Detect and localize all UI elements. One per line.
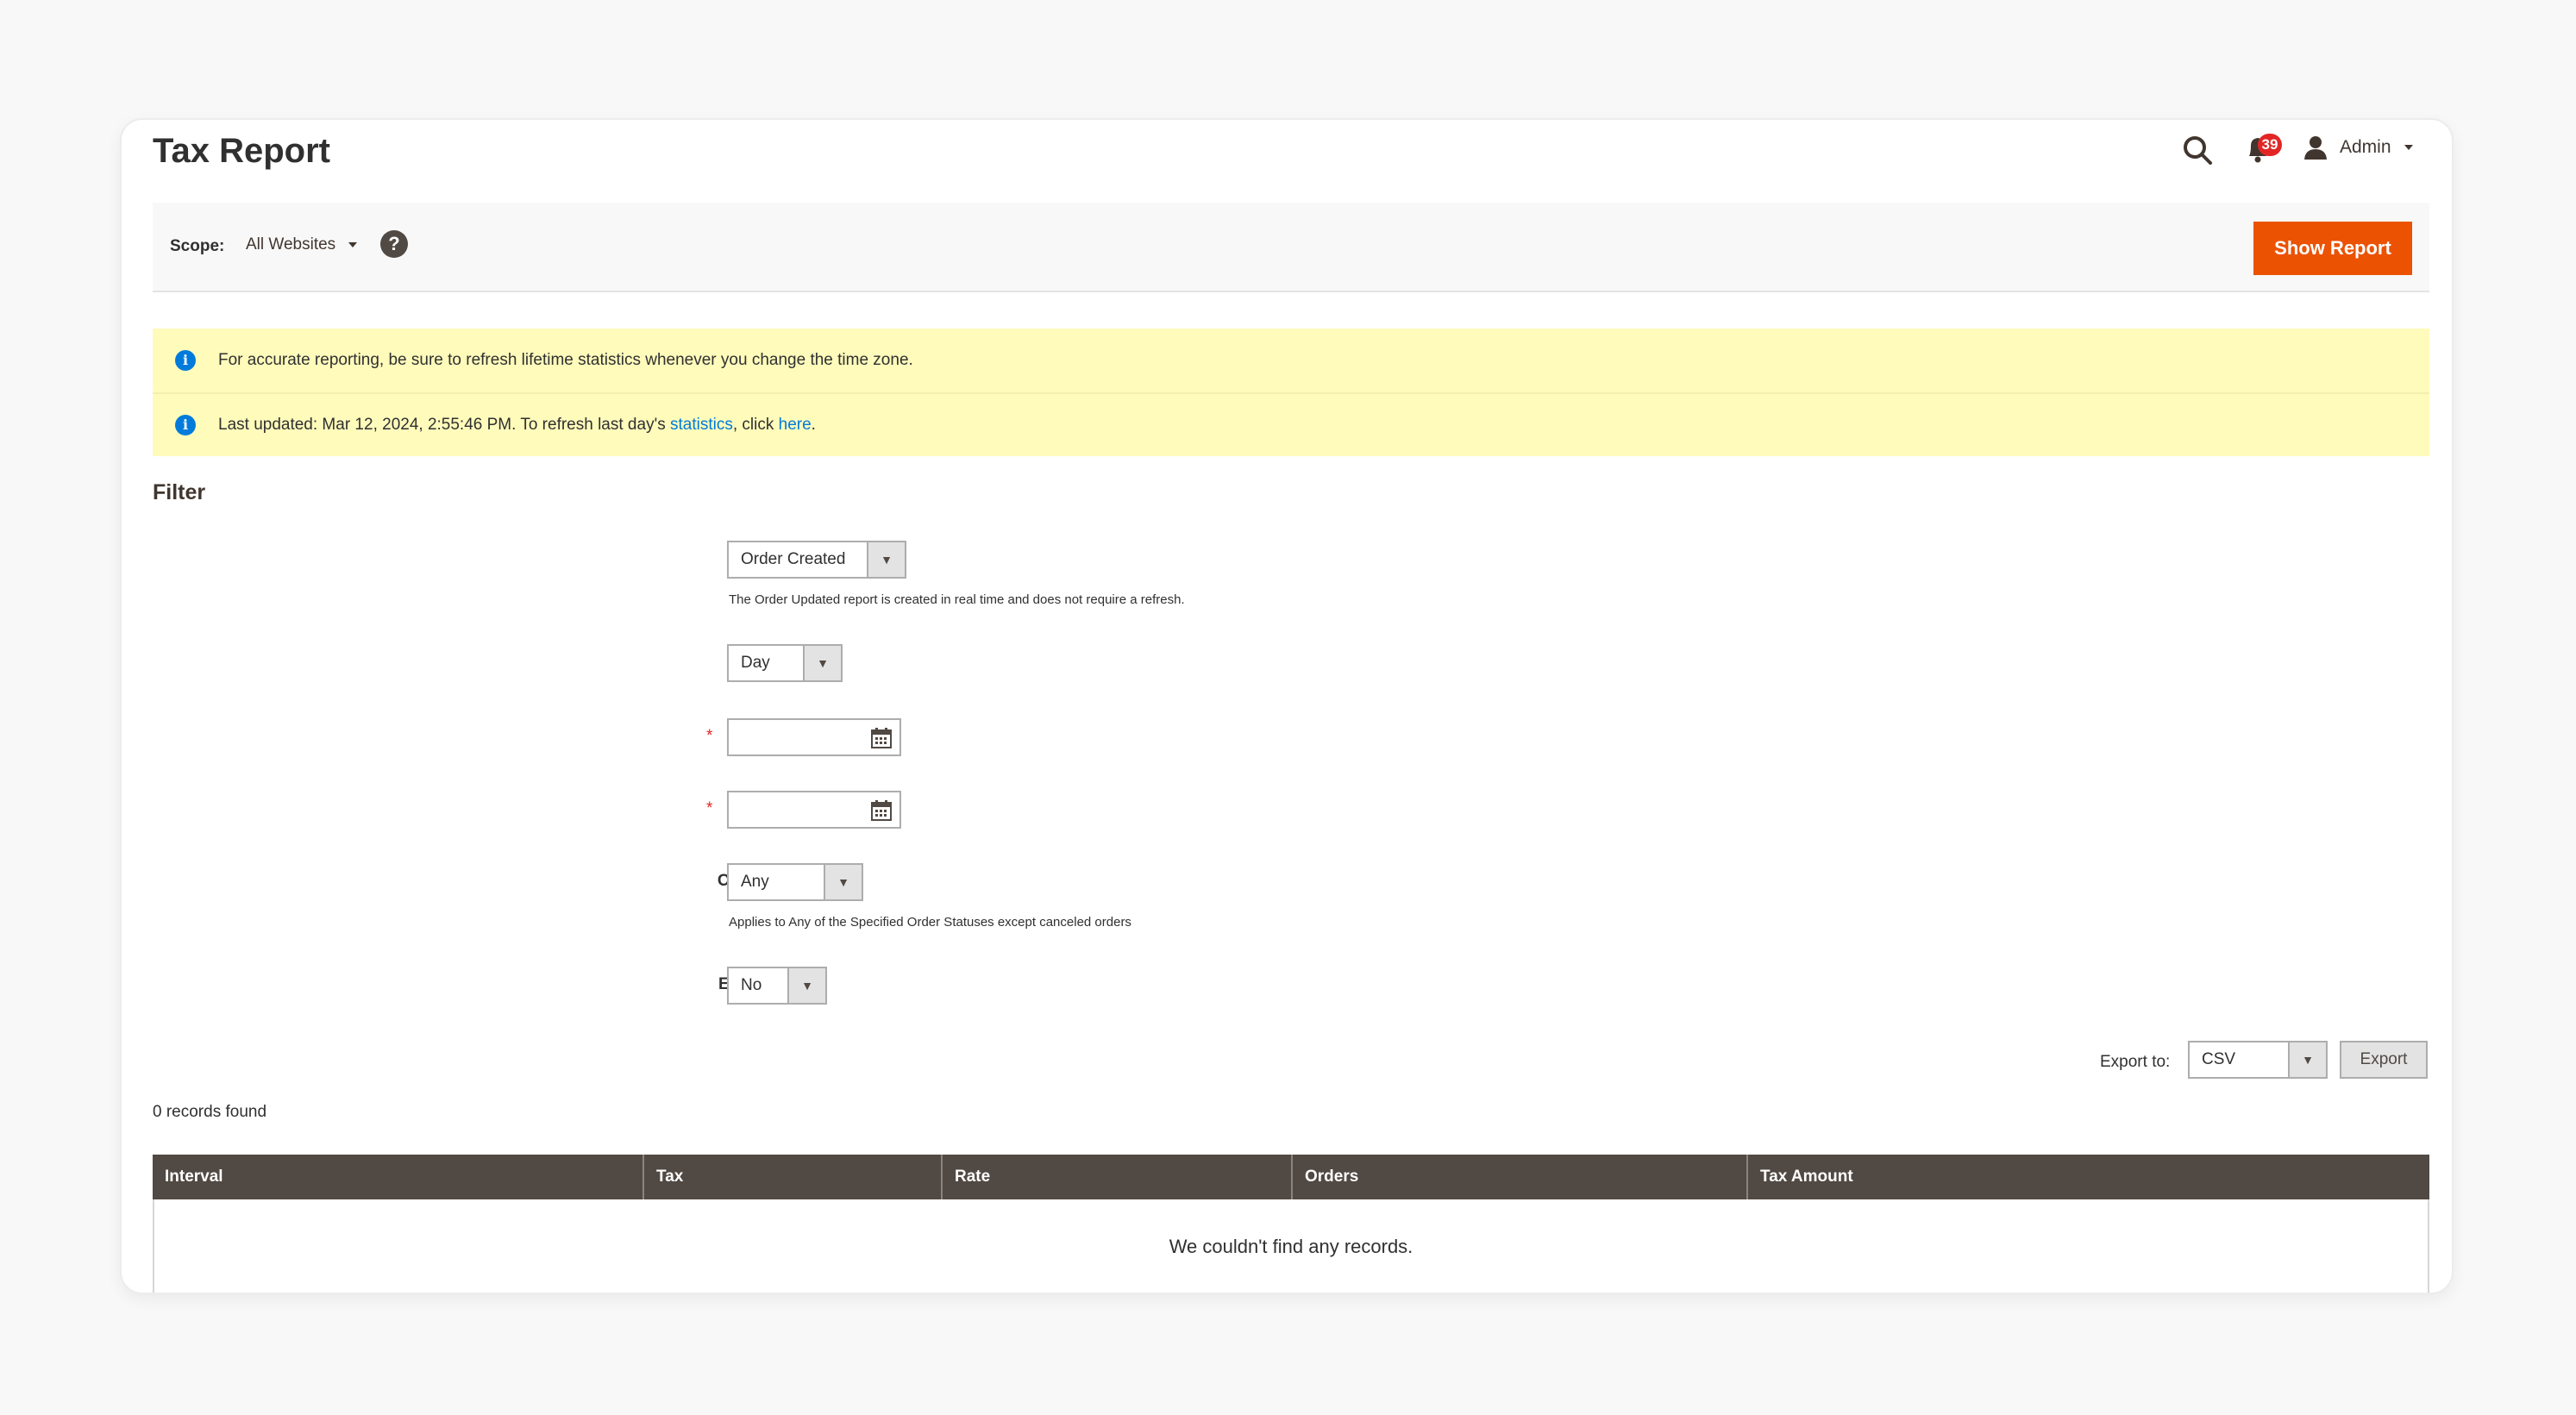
tax-report-page: Tax Report 39 Admin Scope: All Websites — [120, 118, 2454, 1294]
notifications-bell-icon[interactable]: 39 — [2242, 130, 2294, 168]
info-icon: i — [175, 415, 196, 435]
help-icon[interactable]: ? — [380, 230, 408, 258]
records-found-count: 0 records found — [153, 1103, 267, 1121]
scope-label: Scope: — [170, 237, 225, 255]
from-date-input[interactable] — [727, 718, 901, 756]
search-icon[interactable] — [2179, 132, 2217, 170]
date-used-value: Order Created — [741, 550, 846, 568]
message-text: Last updated: Mar 12, 2024, 2:55:46 PM. … — [218, 416, 816, 435]
scope-toolbar: Scope: All Websites ? Show Report — [153, 203, 2429, 292]
order-status-select[interactable]: Any ▼ — [727, 863, 863, 901]
message-last-updated: i Last updated: Mar 12, 2024, 2:55:46 PM… — [153, 392, 2429, 456]
message-text-part: Last updated: Mar 12, 2024, 2:55:46 PM. … — [218, 416, 670, 434]
tax-report-grid: Interval Tax Rate Orders Tax Amount We c… — [153, 1155, 2429, 1293]
export-to-label: Export to: — [2100, 1053, 2171, 1071]
admin-user-menu[interactable]: Admin — [2303, 130, 2414, 165]
export-button[interactable]: Export — [2340, 1041, 2428, 1079]
to-date-input[interactable] — [727, 791, 901, 829]
filter-section-title: Filter — [153, 480, 206, 504]
message-text: For accurate reporting, be sure to refre… — [218, 351, 913, 369]
required-indicator: * — [706, 727, 713, 745]
chevron-down-icon: ▼ — [867, 542, 905, 577]
chevron-down-icon: ▼ — [803, 646, 841, 680]
order-status-value: Any — [741, 873, 769, 891]
user-icon — [2304, 136, 2327, 160]
date-used-select[interactable]: Order Created ▼ — [727, 541, 906, 579]
column-header-rate[interactable]: Rate — [943, 1155, 1293, 1199]
show-report-button[interactable]: Show Report — [2253, 222, 2412, 275]
scope-switcher[interactable]: All Websites — [246, 235, 358, 254]
column-header-tax-amount[interactable]: Tax Amount — [1748, 1155, 2429, 1199]
messages-panel: i For accurate reporting, be sure to ref… — [153, 329, 2429, 456]
chevron-down-icon: ▼ — [787, 968, 825, 1003]
scope-value: All Websites — [246, 235, 336, 254]
caret-down-icon — [348, 242, 358, 247]
calendar-icon[interactable] — [870, 799, 893, 822]
chevron-down-icon: ▼ — [824, 865, 862, 899]
grid-header-row: Interval Tax Rate Orders Tax Amount — [153, 1155, 2429, 1199]
date-used-note: The Order Updated report is created in r… — [729, 592, 1185, 607]
chevron-down-icon: ▼ — [2288, 1042, 2326, 1077]
admin-user-name: Admin — [2340, 137, 2391, 157]
statistics-link[interactable]: statistics — [670, 416, 733, 434]
order-status-note: Applies to Any of the Specified Order St… — [729, 915, 1131, 930]
page-title: Tax Report — [153, 132, 330, 170]
message-timezone-notice: i For accurate reporting, be sure to ref… — [153, 329, 2429, 392]
grid-empty-message: We couldn't find any records. — [153, 1199, 2429, 1293]
message-text-part: . — [811, 416, 816, 434]
calendar-icon[interactable] — [870, 727, 893, 749]
period-select[interactable]: Day ▼ — [727, 644, 843, 682]
export-format-select[interactable]: CSV ▼ — [2188, 1041, 2328, 1079]
refresh-here-link[interactable]: here — [779, 416, 812, 434]
export-format-value: CSV — [2202, 1050, 2236, 1068]
column-header-tax[interactable]: Tax — [644, 1155, 943, 1199]
empty-rows-select[interactable]: No ▼ — [727, 967, 827, 1005]
empty-rows-value: No — [741, 976, 762, 994]
message-text-part: , click — [732, 416, 779, 434]
caret-down-icon — [2404, 145, 2413, 150]
column-header-orders[interactable]: Orders — [1293, 1155, 1748, 1199]
info-icon: i — [175, 350, 196, 371]
period-value: Day — [741, 654, 770, 672]
required-indicator: * — [706, 799, 713, 817]
notifications-count-badge: 39 — [2258, 134, 2282, 156]
column-header-interval[interactable]: Interval — [153, 1155, 644, 1199]
